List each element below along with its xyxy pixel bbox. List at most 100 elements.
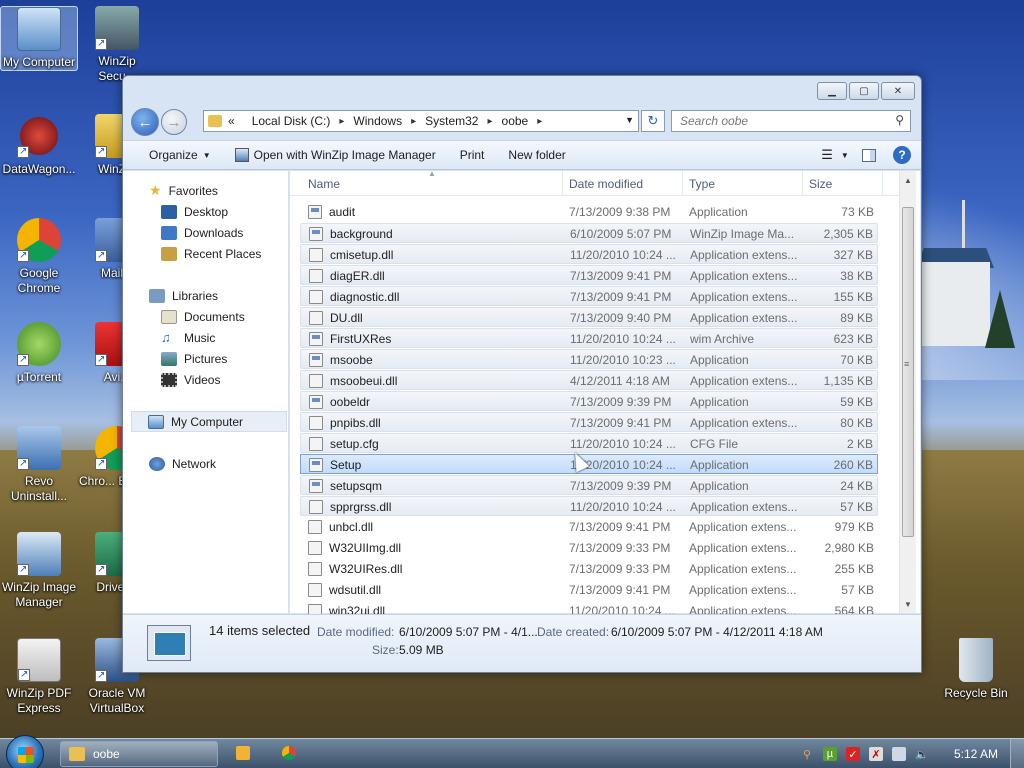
nav-desktop[interactable]: Desktop [161,201,228,222]
nav-videos[interactable]: Videos [161,369,220,390]
show-desktop-button[interactable] [1010,739,1024,768]
breadcrumb-oobe[interactable]: oobe [502,114,529,128]
file-row[interactable]: oobeldr 7/13/2009 9:39 PM Application 59 KB [300,391,878,411]
media-player-icon[interactable] [236,746,250,760]
utorrent-tray-icon[interactable]: µ [822,747,837,761]
organize-button[interactable]: Organize ▼ [137,148,223,162]
help-button[interactable]: ? [893,146,911,164]
title-bar[interactable]: ▁ ▢ ✕ [123,76,921,106]
file-row[interactable]: cmisetup.dll 11/20/2010 10:24 ... Applicat… [300,244,878,264]
file-row[interactable]: setupsqm 7/13/2009 9:39 PM Application 24 K… [300,475,878,495]
file-date-modified: 7/13/2009 9:38 PM [569,205,671,219]
nav-network[interactable]: Network [149,453,216,474]
file-row[interactable]: diagnostic.dll 7/13/2009 9:41 PM Applicati… [300,286,878,306]
taskbar: oobe ⚲ µ ✓ ✗ 🔈 5:12 AM [0,735,1024,768]
chrome-icon[interactable] [282,746,296,760]
nav-libraries[interactable]: Libraries [149,285,218,306]
file-row[interactable]: unbcl.dll 7/13/2009 9:41 PM Application ex… [300,517,878,537]
breadcrumb-local-disk[interactable]: Local Disk (C:) [252,114,331,128]
nav-music[interactable]: ♫ Music [161,327,215,348]
chevron-right-icon[interactable]: ▸ [537,116,542,127]
column-header-name[interactable]: Name [308,177,340,191]
file-row[interactable]: msoobe 11/20/2010 10:23 ... Application 70 … [300,349,878,369]
preview-pane-button[interactable] [859,145,879,165]
column-header-size[interactable]: Size [809,177,832,191]
desktop-icon-datawagon[interactable]: DataWagon... [0,114,78,177]
file-row[interactable]: FirstUXRes 11/20/2010 10:24 ... wim Archiv… [300,328,878,348]
file-row[interactable]: background 6/10/2009 5:07 PM WinZip Image … [300,223,878,243]
breadcrumb: « Local Disk (C:) ▸ Windows ▸ System32 ▸… [228,114,551,128]
file-size: 623 KB [833,332,873,346]
network-tray-icon[interactable] [891,747,906,761]
file-row[interactable]: setup.cfg 11/20/2010 10:24 ... CFG File 2 K… [300,433,878,453]
chevron-right-icon[interactable]: ▸ [487,116,492,127]
file-date-modified: 11/20/2010 10:23 ... [570,353,676,367]
magnifier-icon[interactable]: ⚲ [800,747,814,761]
nav-downloads[interactable]: Downloads [161,222,243,243]
change-view-button[interactable]: ☰ ▼ [821,145,849,165]
desktop-icon-google-chrome[interactable]: Google Chrome [0,218,78,296]
open-with-button[interactable]: Open with WinZip Image Manager [223,148,448,162]
close-button[interactable]: ✕ [881,82,915,100]
refresh-button[interactable]: ↻ [641,110,665,132]
file-date-modified: 6/10/2009 5:07 PM [570,227,672,241]
dll-file-icon [309,290,323,304]
dll-file-icon [308,541,322,555]
start-button[interactable] [6,735,44,768]
file-row[interactable]: DU.dll 7/13/2009 9:40 PM Application exten… [300,307,878,327]
avira-tray-icon[interactable]: ✓ [845,747,860,761]
file-row[interactable]: audit 7/13/2009 9:38 PM Application 73 KB [300,202,878,222]
file-date-modified: 7/13/2009 9:33 PM [569,541,671,555]
print-button[interactable]: Print [448,148,497,162]
desktop-icon-utorrent[interactable]: µTorrent [0,322,78,385]
search-input[interactable]: Search oobe ⚲ [671,110,911,132]
search-icon[interactable]: ⚲ [895,113,904,127]
file-row[interactable]: W32UIImg.dll 7/13/2009 9:33 PM Application… [300,538,878,558]
action-center-icon[interactable]: ✗ [868,747,883,761]
nav-recent-places[interactable]: Recent Places [161,243,261,264]
desktop-icon-winzip-image-manager[interactable]: WinZip Image Manager [0,532,78,610]
file-row[interactable]: diagER.dll 7/13/2009 9:41 PM Application e… [300,265,878,285]
size-value: 5.09 MB [399,643,444,657]
file-row[interactable]: msoobeui.dll 4/12/2011 4:18 AM Application… [300,370,878,390]
file-row[interactable]: wdsutil.dll 7/13/2009 9:41 PM Application … [300,580,878,600]
chevron-down-icon[interactable]: ▼ [625,115,634,125]
column-header-type[interactable]: Type [689,177,715,191]
open-with-label: Open with WinZip Image Manager [253,148,436,162]
desktop-icon-winzip-pdf-express[interactable]: WinZip PDF Express [0,638,78,716]
nav-documents[interactable]: Documents [161,306,245,327]
nav-favorites[interactable]: ★ Favorites [149,180,218,201]
new-folder-button[interactable]: New folder [496,148,577,162]
maximize-button[interactable]: ▢ [849,82,879,100]
forward-button[interactable]: → [161,109,187,135]
nav-pictures[interactable]: Pictures [161,348,227,369]
breadcrumb-system32[interactable]: System32 [425,114,478,128]
desktop-icon-my-computer[interactable]: My Computer [0,6,78,71]
scroll-down-arrow[interactable]: ▼ [904,600,912,609]
column-header-date-modified[interactable]: Date modified [569,177,643,191]
scroll-thumb[interactable] [902,207,914,537]
breadcrumb-windows[interactable]: Windows [353,114,402,128]
file-row[interactable]: W32UIRes.dll 7/13/2009 9:33 PM Application… [300,559,878,579]
address-bar[interactable]: « Local Disk (C:) ▸ Windows ▸ System32 ▸… [203,110,639,132]
desktop-icon-winzip-secure[interactable]: WinZip Secu... [78,6,156,84]
minimize-button[interactable]: ▁ [817,82,847,100]
file-row[interactable]: pnpibs.dll 7/13/2009 9:41 PM Application e… [300,412,878,432]
taskbar-button-oobe[interactable]: oobe [60,741,218,767]
scroll-up-arrow[interactable]: ▲ [904,176,912,185]
clock[interactable]: 5:12 AM [954,747,998,761]
file-date-modified: 7/13/2009 9:39 PM [570,479,672,493]
file-row[interactable]: Setup 11/20/2010 10:24 ... Application 260 … [300,454,878,474]
chevron-right-icon[interactable]: ▸ [339,116,344,127]
desktop-icon-revo-uninstaller[interactable]: Revo Uninstall... [0,426,78,504]
breadcrumb-overflow[interactable]: « [228,114,235,128]
back-button[interactable]: ← [131,108,159,136]
volume-icon[interactable]: 🔈 [915,747,929,761]
desktop-icon-recycle-bin[interactable]: Recycle Bin [936,638,1016,701]
nav-my-computer[interactable]: My Computer [131,411,287,432]
file-row[interactable]: spprgrss.dll 11/20/2010 10:24 ... Applicat… [300,496,878,516]
file-size: 80 KB [840,416,873,430]
chevron-right-icon[interactable]: ▸ [411,116,416,127]
vertical-scrollbar[interactable]: ▲ ≡ ▼ [899,171,916,613]
file-name: msoobeui.dll [330,374,398,388]
